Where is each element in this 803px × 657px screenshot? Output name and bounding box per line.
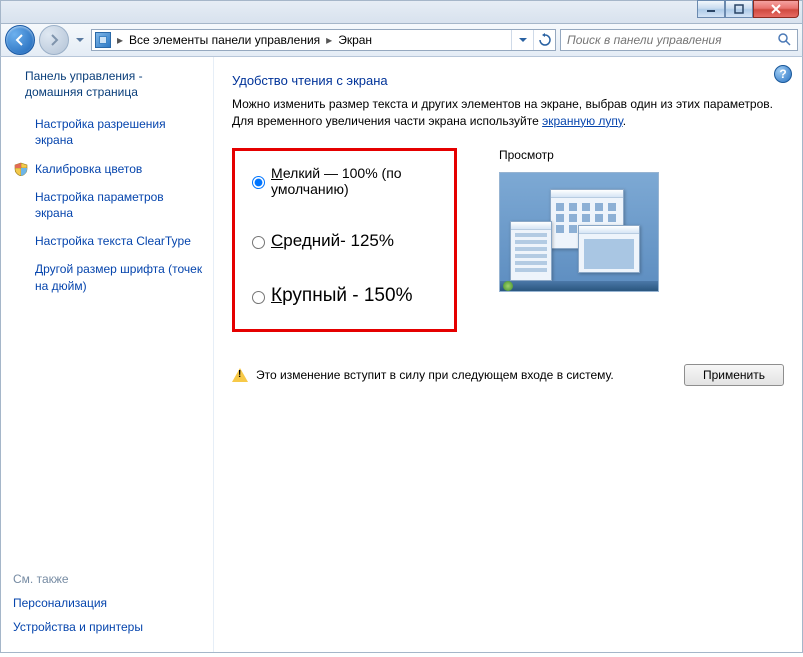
- preview-label: Просмотр: [499, 148, 659, 162]
- radio-medium-125[interactable]: Средний- 125%: [247, 231, 444, 251]
- main-pane: ? Удобство чтения с экрана Можно изменит…: [214, 57, 802, 652]
- forward-button[interactable]: [39, 25, 69, 55]
- notice-text: Это изменение вступит в силу при следующ…: [256, 368, 614, 382]
- chevron-right-icon: ▸: [115, 33, 125, 47]
- control-panel-home-label: Панель управления - домашняя страница: [25, 69, 203, 100]
- preview-image: [499, 172, 659, 292]
- sidebar: Панель управления - домашняя страница На…: [1, 57, 214, 652]
- magnifier-link[interactable]: экранную лупу: [542, 114, 623, 128]
- sidebar-task-cleartype[interactable]: Настройка текста ClearType: [13, 233, 203, 249]
- window-controls: [697, 1, 799, 18]
- breadcrumb-current[interactable]: Экран: [334, 33, 376, 47]
- close-button[interactable]: [753, 0, 799, 18]
- sidebar-task-resolution[interactable]: Настройка разрешения экрана: [13, 116, 203, 148]
- radio-small-100[interactable]: Мелкий — 100% (по умолчанию): [247, 165, 444, 197]
- text-size-options-box: Мелкий — 100% (по умолчанию) Средний- 12…: [232, 148, 457, 332]
- help-button[interactable]: ?: [774, 65, 792, 83]
- content: Панель управления - домашняя страница На…: [0, 57, 803, 653]
- address-bar[interactable]: ▸ Все элементы панели управления ▸ Экран: [91, 29, 556, 51]
- sidebar-task-custom-dpi[interactable]: Другой размер шрифта (точек на дюйм): [13, 261, 203, 293]
- radio-large-150[interactable]: Крупный - 150%: [247, 285, 444, 307]
- radio-small-input[interactable]: [252, 176, 265, 189]
- radio-medium-input[interactable]: [252, 236, 265, 249]
- page-title: Удобство чтения с экрана: [232, 73, 784, 88]
- sidebar-task-color-calibration[interactable]: Калибровка цветов: [13, 161, 203, 177]
- search-icon: [777, 32, 793, 48]
- apply-button[interactable]: Применить: [684, 364, 784, 386]
- maximize-button[interactable]: [725, 0, 753, 18]
- control-panel-home-link[interactable]: Панель управления - домашняя страница: [13, 69, 203, 100]
- warning-icon: [232, 368, 248, 382]
- nav-history-dropdown[interactable]: [73, 30, 87, 50]
- radio-large-input[interactable]: [252, 291, 265, 304]
- sidebar-task-display-params[interactable]: Настройка параметров экрана: [13, 189, 203, 221]
- control-panel-icon: [95, 32, 111, 48]
- shield-icon: [13, 161, 29, 177]
- chevron-right-icon: ▸: [324, 33, 334, 47]
- breadcrumb-root[interactable]: Все элементы панели управления: [125, 33, 324, 47]
- see-also-devices-printers[interactable]: Устройства и принтеры: [13, 620, 203, 634]
- minimize-button[interactable]: [697, 0, 725, 18]
- see-also-personalization[interactable]: Персонализация: [13, 596, 203, 610]
- navbar: ▸ Все элементы панели управления ▸ Экран: [0, 23, 803, 57]
- see-also-header: См. также: [13, 572, 203, 586]
- search-box[interactable]: [560, 29, 798, 51]
- back-button[interactable]: [5, 25, 35, 55]
- refresh-button[interactable]: [533, 29, 555, 51]
- page-description: Можно изменить размер текста и других эл…: [232, 96, 784, 130]
- address-dropdown[interactable]: [511, 29, 533, 51]
- search-input[interactable]: [565, 32, 793, 48]
- titlebar: [0, 0, 803, 23]
